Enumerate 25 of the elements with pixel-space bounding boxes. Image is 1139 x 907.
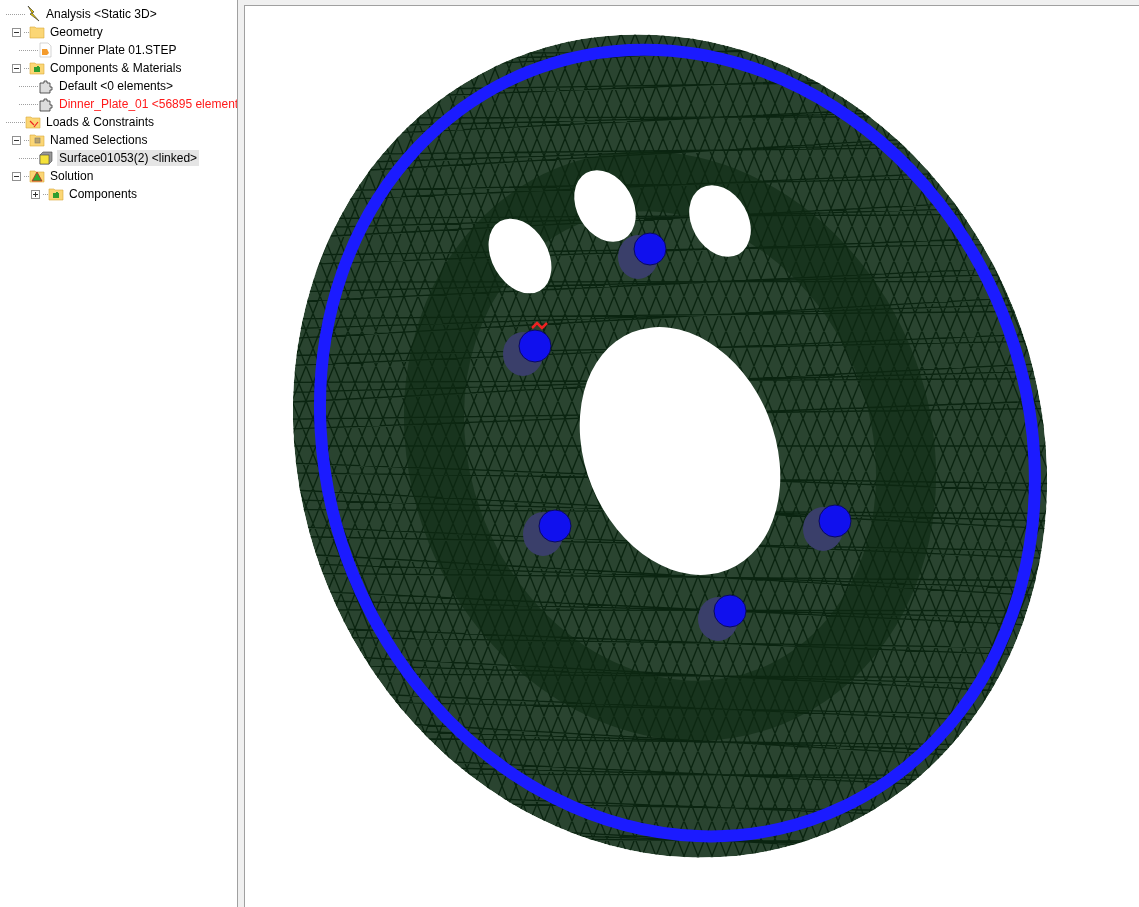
tree-item[interactable]: Dinner Plate 01.STEP — [57, 42, 179, 58]
tree-item[interactable]: Loads & Constraints — [44, 114, 157, 130]
folder-puzzle-icon — [48, 186, 64, 202]
tree-item[interactable]: Components — [67, 186, 140, 202]
collapse-toggle[interactable] — [12, 27, 21, 37]
tree-item[interactable]: Geometry — [48, 24, 105, 40]
folder-arrow-icon — [25, 114, 41, 130]
folder-icon — [29, 24, 45, 40]
tree-item[interactable]: Surface01053(2) <linked> — [57, 150, 200, 166]
expand-toggle[interactable] — [31, 189, 40, 199]
tree-item[interactable]: Default <0 elements> — [57, 78, 176, 94]
tree-item[interactable]: Named Selections — [48, 132, 150, 148]
collapse-toggle[interactable] — [12, 171, 21, 181]
file-icon — [38, 42, 54, 58]
collapse-toggle[interactable] — [12, 63, 21, 73]
tree-item[interactable]: Solution — [48, 168, 96, 184]
folder-puzzle-icon — [29, 60, 45, 76]
lightning-icon — [25, 6, 41, 22]
puzzle-piece-icon — [38, 78, 54, 94]
tree-item[interactable]: Components & Materials — [48, 60, 184, 76]
tree-item[interactable]: Analysis <Static 3D> — [44, 6, 159, 22]
collapse-toggle[interactable] — [12, 135, 21, 145]
folder-triangle-icon — [29, 168, 45, 184]
puzzle-piece-icon — [38, 96, 54, 112]
folder-cube-icon — [29, 132, 45, 148]
